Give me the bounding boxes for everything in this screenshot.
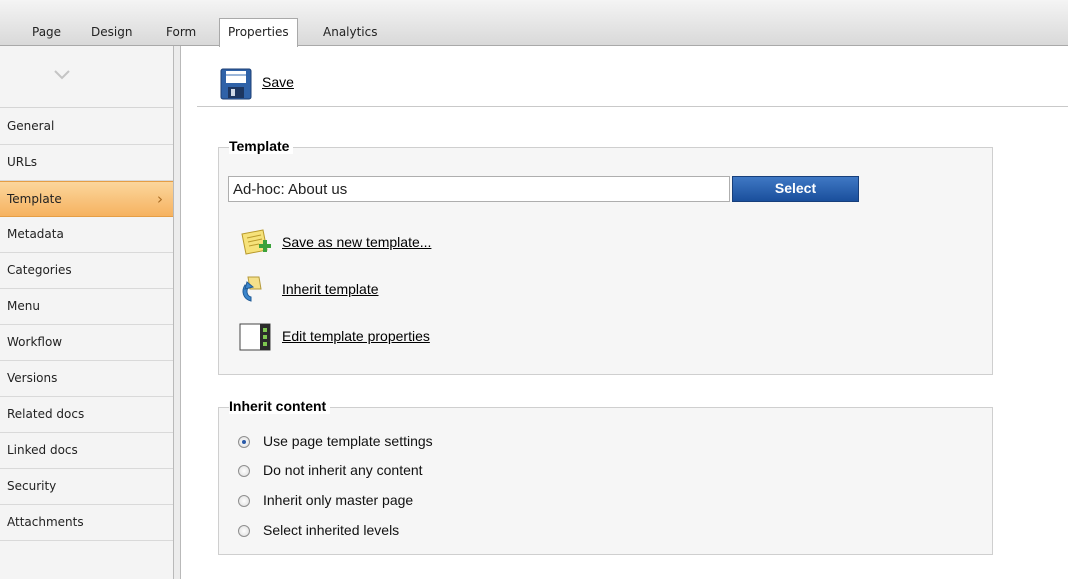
- sidebar-item-attachments[interactable]: Attachments: [0, 505, 173, 541]
- template-legend: Template: [229, 138, 294, 154]
- sidebar-item-label: Template: [7, 192, 62, 206]
- tab-analytics[interactable]: Analytics: [323, 22, 378, 46]
- sidebar-item-urls[interactable]: URLs: [0, 145, 173, 181]
- sidebar-item-related-docs[interactable]: Related docs: [0, 397, 173, 433]
- sidebar-item-categories[interactable]: Categories: [0, 253, 173, 289]
- radio-label: Inherit only master page: [263, 492, 414, 508]
- edit-properties-icon: [239, 323, 271, 351]
- inherit-content-fieldset: Inherit content Use page template settin…: [218, 398, 993, 555]
- radio-label: Do not inherit any content: [263, 462, 423, 478]
- radio-label: Use page template settings: [263, 433, 433, 449]
- sidebar-item-menu[interactable]: Menu: [0, 289, 173, 325]
- radio-button[interactable]: [238, 525, 250, 537]
- sidebar-item-template[interactable]: Template ›: [0, 181, 173, 217]
- sidebar-collapse-button[interactable]: [0, 46, 173, 108]
- save-button[interactable]: Save: [262, 74, 294, 90]
- save-as-new-template-link[interactable]: Save as new template...: [282, 234, 431, 250]
- inherit-template-link[interactable]: Inherit template: [282, 281, 379, 297]
- radio-label: Select inherited levels: [263, 522, 400, 538]
- header-divider: [197, 106, 1068, 107]
- tab-design[interactable]: Design: [91, 22, 132, 46]
- sidebar-splitter[interactable]: [173, 46, 181, 579]
- top-tab-bar: Page Design Form Properties Analytics: [0, 0, 1068, 47]
- radio-button-checked[interactable]: [238, 436, 250, 448]
- floppy-disk-icon[interactable]: [220, 68, 252, 100]
- sidebar-item-general[interactable]: General: [0, 109, 173, 145]
- sidebar-item-workflow[interactable]: Workflow: [0, 325, 173, 361]
- radio-button[interactable]: [238, 465, 250, 477]
- sidebar-item-security[interactable]: Security: [0, 469, 173, 505]
- template-name-input[interactable]: [228, 176, 730, 202]
- radio-button[interactable]: [238, 495, 250, 507]
- tab-page[interactable]: Page: [32, 22, 61, 46]
- inherit-icon: [242, 276, 262, 302]
- save-template-icon: [241, 229, 271, 255]
- properties-sidebar: General URLs Template › Metadata Categor…: [0, 46, 173, 579]
- inherit-content-legend: Inherit content: [229, 398, 331, 414]
- sidebar-item-linked-docs[interactable]: Linked docs: [0, 433, 173, 469]
- select-template-button[interactable]: Select: [732, 176, 859, 202]
- tab-form[interactable]: Form: [166, 22, 196, 46]
- tab-properties[interactable]: Properties: [219, 18, 298, 47]
- template-fieldset: Template Select Save as new template... …: [218, 138, 993, 375]
- sidebar-item-versions[interactable]: Versions: [0, 361, 173, 397]
- chevron-down-icon: [54, 70, 70, 80]
- sidebar-item-metadata[interactable]: Metadata: [0, 217, 173, 253]
- chevron-right-icon: ›: [157, 190, 163, 208]
- edit-template-properties-link[interactable]: Edit template properties: [282, 328, 430, 344]
